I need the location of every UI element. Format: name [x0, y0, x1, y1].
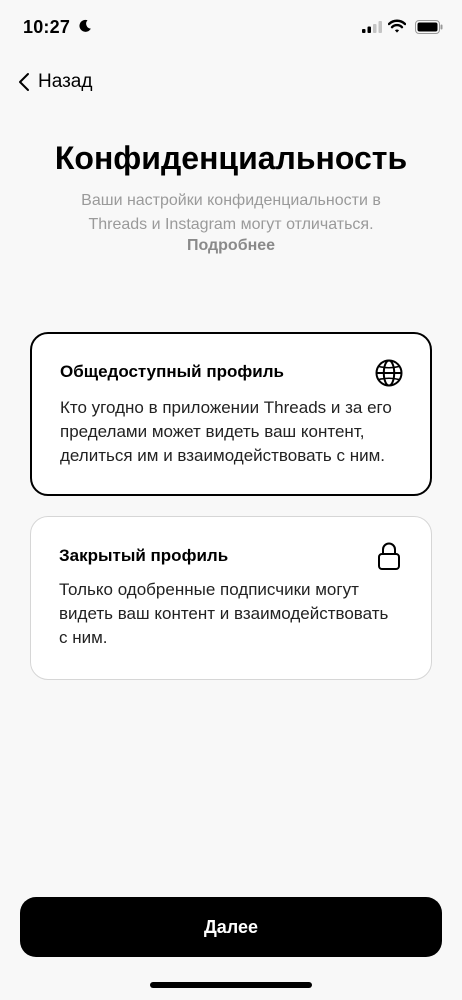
cellular-signal-icon	[362, 21, 382, 33]
next-button[interactable]: Далее	[20, 897, 442, 957]
lock-icon	[378, 542, 400, 570]
back-button[interactable]: Назад	[18, 70, 92, 94]
globe-icon	[375, 359, 403, 387]
chevron-left-icon	[19, 73, 29, 91]
battery-icon	[415, 20, 443, 34]
private-profile-title: Закрытый профиль	[59, 546, 229, 565]
back-label: Назад	[38, 71, 93, 92]
private-profile-option[interactable]: Закрытый профиль Только одобренные подпи…	[30, 516, 432, 680]
wifi-icon	[388, 19, 406, 33]
status-bar: 10:27	[0, 0, 462, 56]
public-profile-option[interactable]: Общедоступный профиль Кто угодно в прило…	[30, 332, 432, 496]
public-profile-description: Кто угодно в приложении Threads и за его…	[60, 398, 392, 465]
private-profile-description: Только одобренные подписчики могут видет…	[59, 580, 389, 647]
learn-more-link[interactable]: Подробнее	[0, 237, 462, 255]
status-time: 10:27	[23, 17, 71, 37]
home-indicator	[150, 982, 312, 988]
page-title: Конфиденциальность	[54, 140, 408, 176]
moon-icon	[79, 19, 91, 32]
page-subtitle: Ваши настройки конфиденциальности в Thre…	[81, 192, 381, 233]
public-profile-title: Общедоступный профиль	[60, 362, 284, 381]
